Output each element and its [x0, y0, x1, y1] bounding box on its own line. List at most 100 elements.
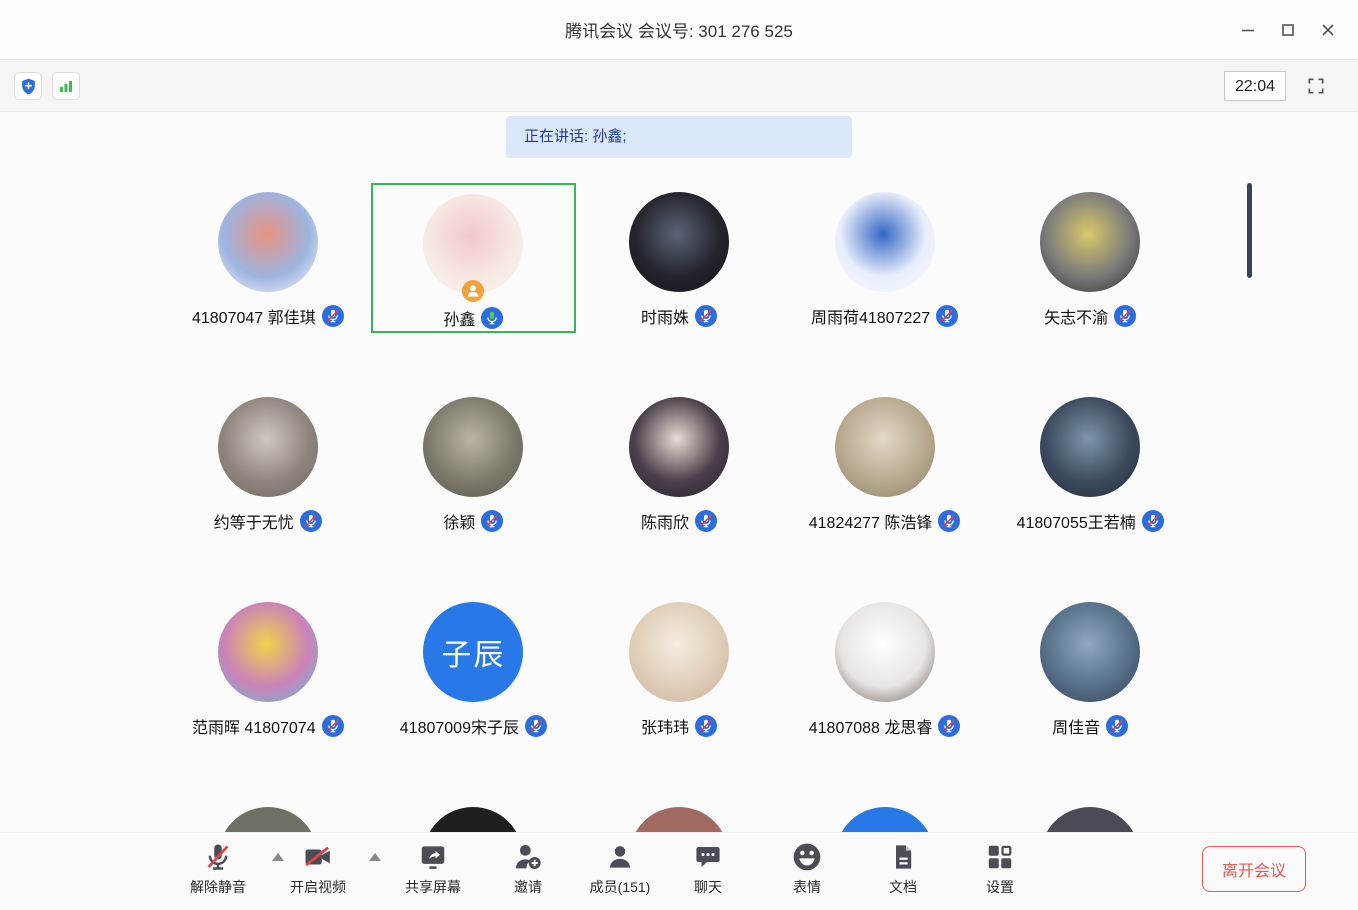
participant-tile[interactable]: 41824277 陈浩锋: [782, 388, 988, 538]
participant-nameline: 陈雨欣: [641, 509, 717, 533]
participant-nameline: 周佳音: [1052, 714, 1128, 738]
leave-meeting-button[interactable]: 离开会议: [1202, 846, 1306, 892]
mic-muted-icon: [300, 510, 322, 532]
avatar: [835, 602, 935, 702]
video-options-arrow-icon[interactable]: [369, 853, 381, 861]
participant-name: 约等于无忧: [214, 509, 294, 533]
toolbar-item-label: 解除静音: [190, 877, 246, 897]
participant-nameline: 41807055王若楠: [1017, 509, 1164, 533]
settings-icon: [984, 841, 1016, 873]
participant-name: 孙鑫: [443, 306, 475, 330]
participant-name: 周佳音: [1052, 714, 1100, 738]
participant-name: 41807055王若楠: [1017, 509, 1136, 533]
mic-muted-icon: [938, 715, 960, 737]
mic-speaking-icon: [481, 307, 503, 329]
participant-row: 约等于无忧 徐颖 陈雨欣 41824277 陈浩锋 41807055王若楠: [165, 388, 1193, 593]
minimize-icon[interactable]: [1232, 14, 1264, 46]
toolbar-item-members[interactable]: 成员(151): [578, 841, 662, 897]
fullscreen-icon[interactable]: [1302, 72, 1330, 100]
avatar: [629, 602, 729, 702]
mic-muted-icon: [936, 305, 958, 327]
mic-muted-icon: [322, 715, 344, 737]
participant-tile-active-speaker[interactable]: 孙鑫: [371, 183, 577, 333]
avatar: [629, 397, 729, 497]
footer-toolbar: 离开会议 解除静音 开启视频 共享屏幕邀请 成员(151) 聊天 表情 文档 设置: [0, 832, 1358, 910]
avatar: [835, 397, 935, 497]
participant-tile[interactable]: 徐颖: [371, 388, 577, 538]
avatar: [1040, 192, 1140, 292]
avatar: [1040, 602, 1140, 702]
mic-muted-icon: [938, 510, 960, 532]
avatar: [1040, 397, 1140, 497]
mic-muted-icon: [1106, 715, 1128, 737]
participant-row: 范雨晖 41807074 子辰41807009宋子辰张玮玮 41807088 龙思睿…: [165, 593, 1193, 798]
camera-off-icon: [302, 841, 334, 873]
participant-nameline: 张玮玮: [641, 714, 717, 738]
window-controls: [1232, 0, 1344, 60]
participant-name: 41807088 龙思睿: [809, 714, 933, 738]
maximize-icon[interactable]: [1272, 14, 1304, 46]
participant-tile[interactable]: 41807055王若楠: [987, 388, 1193, 538]
toolbar-item-label: 设置: [986, 877, 1014, 897]
participant-tile[interactable]: 约等于无忧: [165, 388, 371, 538]
participant-name: 范雨晖 41807074: [192, 714, 316, 738]
toolbar-item-settings[interactable]: 设置: [958, 841, 1042, 897]
participant-name: 41807009宋子辰: [400, 714, 519, 738]
participant-nameline: 范雨晖 41807074: [192, 714, 344, 738]
mic-muted-icon: [695, 715, 717, 737]
close-icon[interactable]: [1312, 14, 1344, 46]
participant-tile[interactable]: 陈雨欣: [576, 388, 782, 538]
participant-nameline: 时雨姝: [641, 304, 717, 328]
toolbar-item-invite[interactable]: 邀请: [486, 841, 570, 897]
avatar: [629, 192, 729, 292]
toolbar-item-camera-off[interactable]: 开启视频: [276, 841, 360, 897]
toolbar-item-emoji[interactable]: 表情: [765, 841, 849, 897]
participant-tile[interactable]: 周佳音: [987, 593, 1193, 743]
signal-bars-icon[interactable]: [52, 72, 80, 100]
participant-tile[interactable]: 周雨荷41807227: [782, 183, 988, 333]
members-icon: [604, 841, 636, 873]
participant-name: 张玮玮: [641, 714, 689, 738]
participant-tile[interactable]: 41807088 龙思睿: [782, 593, 988, 743]
host-badge-icon: [462, 280, 484, 302]
participant-nameline: 孙鑫: [443, 306, 503, 330]
avatar: [423, 194, 523, 294]
participant-tile[interactable]: 张玮玮: [576, 593, 782, 743]
shield-plus-icon[interactable]: [14, 72, 42, 100]
participant-nameline: 周雨荷41807227: [811, 304, 958, 328]
participant-name: 41824277 陈浩锋: [809, 509, 933, 533]
scrollbar-thumb[interactable]: [1247, 183, 1252, 278]
mic-muted-icon: [1114, 305, 1136, 327]
mic-muted-icon: [202, 841, 234, 873]
participant-name: 时雨姝: [641, 304, 689, 328]
chat-icon: [692, 841, 724, 873]
avatar: [835, 192, 935, 292]
participant-tile[interactable]: 矢志不渝: [987, 183, 1193, 333]
emoji-icon: [791, 841, 823, 873]
share-screen-icon: [417, 841, 449, 873]
participant-name: 陈雨欣: [641, 509, 689, 533]
participant-tile[interactable]: 时雨姝: [576, 183, 782, 333]
participant-tile[interactable]: 范雨晖 41807074: [165, 593, 371, 743]
participant-nameline: 41824277 陈浩锋: [809, 509, 961, 533]
toolbar-item-label: 聊天: [694, 877, 722, 897]
toolbar-item-mic-muted[interactable]: 解除静音: [176, 841, 260, 897]
participant-tile[interactable]: 子辰41807009宋子辰: [371, 593, 577, 743]
toolbar-item-docs[interactable]: 文档: [861, 841, 945, 897]
toolbar-item-label: 文档: [889, 877, 917, 897]
mic-muted-icon: [322, 305, 344, 327]
participant-name: 徐颖: [443, 509, 475, 533]
participant-name: 41807047 郭佳琪: [192, 304, 316, 328]
mic-muted-icon: [481, 510, 503, 532]
toolbar-item-share-screen[interactable]: 共享屏幕: [391, 841, 475, 897]
toolbar-item-label: 邀请: [514, 877, 542, 897]
toolbar-item-label: 表情: [793, 877, 821, 897]
participant-name: 周雨荷41807227: [811, 304, 930, 328]
invite-icon: [512, 841, 544, 873]
mic-muted-icon: [695, 510, 717, 532]
toolbar-item-chat[interactable]: 聊天: [666, 841, 750, 897]
title-bar: 腾讯会议 会议号: 301 276 525: [0, 0, 1358, 60]
toolbar-item-label: 开启视频: [290, 877, 346, 897]
participant-tile[interactable]: 41807047 郭佳琪: [165, 183, 371, 333]
toolbar-item-label: 成员(151): [590, 877, 651, 897]
